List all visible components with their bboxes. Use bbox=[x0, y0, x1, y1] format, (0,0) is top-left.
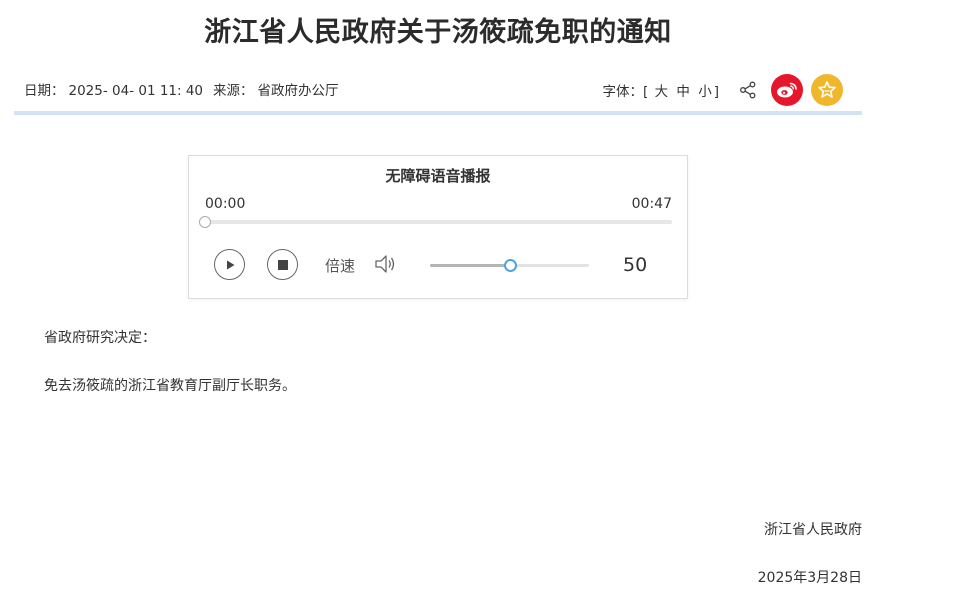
player-title: 无障碍语音播报 bbox=[385, 167, 491, 185]
signature-org: 浙江省人民政府 bbox=[764, 522, 862, 538]
current-time: 00:00 bbox=[205, 196, 246, 212]
weibo-icon[interactable] bbox=[771, 74, 803, 106]
header-divider bbox=[14, 111, 862, 115]
article-tools: 字体：[ 大 中 小] bbox=[603, 73, 862, 107]
date-label: 日期： bbox=[24, 83, 65, 99]
article-meta: 日期： 2025- 04- 01 11: 40 来源： 省政府办公厅 bbox=[24, 79, 343, 99]
audio-player: 无障碍语音播报 00:00 00:47 倍速 50 bbox=[188, 155, 688, 299]
article-page: 浙江省人民政府关于汤筱疏免职的通知 日期： 2025- 04- 01 11: 40… bbox=[0, 0, 975, 595]
volume-handle[interactable] bbox=[503, 259, 517, 272]
progress-handle[interactable] bbox=[199, 216, 211, 228]
volume-slider[interactable] bbox=[430, 259, 589, 272]
speed-button[interactable]: 倍速 bbox=[325, 255, 355, 276]
signature-date: 2025年3月28日 bbox=[757, 570, 862, 586]
date-value: 2025- 04- 01 11: 40 bbox=[68, 83, 204, 99]
share-icon[interactable] bbox=[739, 81, 757, 99]
volume-fill bbox=[430, 264, 510, 267]
body-paragraph: 省政府研究决定： bbox=[44, 330, 156, 346]
speaker-icon[interactable] bbox=[374, 253, 398, 275]
font-size-medium[interactable]: 中 bbox=[676, 84, 690, 100]
volume-value: 50 bbox=[623, 254, 648, 276]
stop-button[interactable] bbox=[267, 249, 298, 280]
article-meta-bar: 日期： 2025- 04- 01 11: 40 来源： 省政府办公厅 字体：[ 大 中… bbox=[14, 70, 862, 110]
font-size-label: 字体：[ bbox=[602, 84, 649, 100]
play-button[interactable] bbox=[214, 249, 245, 280]
progress-bar[interactable] bbox=[199, 216, 672, 228]
font-size-large[interactable]: 大 bbox=[655, 84, 669, 100]
stop-icon bbox=[277, 259, 288, 270]
font-size-control: 字体：[ 大 中 小] bbox=[603, 80, 719, 100]
source-value: 省政府办公厅 bbox=[257, 83, 339, 99]
play-icon bbox=[226, 260, 234, 269]
font-size-close: ] bbox=[713, 84, 719, 100]
font-size-small[interactable]: 小 bbox=[698, 84, 712, 100]
page-title: 浙江省人民政府关于汤筱疏免职的通知 bbox=[204, 17, 672, 48]
source-label: 来源： bbox=[213, 83, 254, 99]
body-paragraph: 免去汤筱疏的浙江省教育厅副厅长职务。 bbox=[44, 378, 296, 394]
star-icon[interactable] bbox=[811, 74, 843, 106]
total-time: 00:47 bbox=[631, 196, 672, 212]
